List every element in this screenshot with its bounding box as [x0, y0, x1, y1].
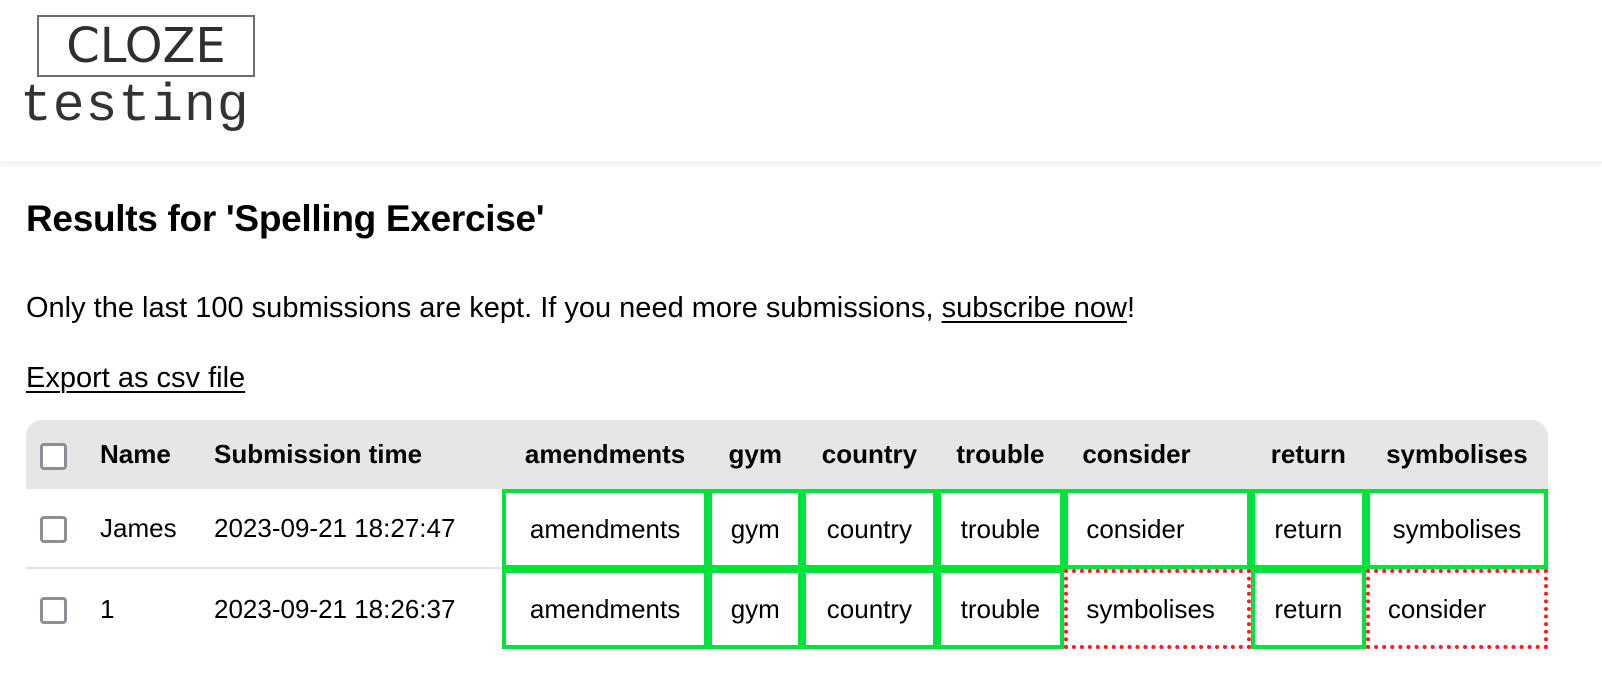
select-all-checkbox[interactable]: [40, 442, 67, 470]
answer-cell-correct: trouble: [936, 569, 1065, 649]
submission-limit-notice: Only the last 100 submissions are kept. …: [26, 292, 1135, 325]
page-title: Results for 'Spelling Exercise': [26, 198, 545, 239]
table-row: James 2023-09-21 18:27:47 amendments gym…: [26, 489, 1548, 569]
answer-cell-correct: return: [1250, 489, 1366, 569]
header-answer: consider: [1082, 439, 1191, 469]
site-header: CLOZE testing: [0, 0, 1602, 163]
results-table: Name Submission time amendments gym coun…: [26, 420, 1548, 649]
row-select-cell: [26, 569, 86, 649]
header-answer: gym: [728, 439, 782, 469]
header-answer: trouble: [956, 439, 1045, 469]
export-csv-link[interactable]: Export as csv file: [26, 362, 245, 395]
logo-testing-text: testing: [20, 76, 250, 136]
submission-time: 2023-09-21 18:27:47: [200, 489, 502, 569]
select-all-cell: [26, 420, 86, 489]
notice-suffix: !: [1126, 292, 1135, 324]
header-submission-time[interactable]: Submission time: [200, 420, 502, 489]
notice-text: Only the last 100 submissions are kept. …: [26, 292, 942, 324]
logo-box: CLOZE: [37, 15, 255, 77]
table-row: 1 2023-09-21 18:26:37 amendments gym cou…: [26, 569, 1548, 649]
header-answer: amendments: [524, 439, 686, 469]
header-name[interactable]: Name: [86, 420, 200, 489]
answer-cell-correct: consider: [1064, 489, 1251, 569]
submitter-name: 1: [100, 593, 115, 624]
cloze-testing-logo[interactable]: CLOZE testing: [20, 14, 280, 144]
table-header-row: Name Submission time amendments gym coun…: [26, 420, 1548, 489]
header-answer: country: [821, 439, 918, 469]
row-select-cell: [26, 489, 86, 569]
answer-cell-correct: amendments: [502, 569, 709, 649]
answer-cell-correct: country: [802, 489, 937, 569]
answer-cell-wrong: symbolises: [1064, 569, 1251, 649]
header-answer: return: [1270, 439, 1346, 469]
subscribe-now-link[interactable]: subscribe now: [942, 292, 1127, 324]
submitter-name: James: [86, 489, 200, 569]
logo-cloze-text: CLOZE: [66, 18, 226, 74]
answer-cell-correct: return: [1250, 569, 1366, 649]
answer-cell-correct: gym: [708, 489, 803, 569]
answer-cell-correct: trouble: [936, 489, 1065, 569]
answer-cell-wrong: consider: [1365, 569, 1548, 649]
row-checkbox[interactable]: [40, 516, 67, 544]
row-checkbox[interactable]: [40, 597, 67, 625]
header-answer: symbolises: [1386, 439, 1528, 469]
answer-cell-correct: gym: [708, 569, 803, 649]
answer-cell-correct: country: [802, 569, 937, 649]
answer-cell-correct: amendments: [502, 489, 709, 569]
answer-cell-correct: symbolises: [1365, 489, 1548, 569]
submission-time: 2023-09-21 18:26:37: [214, 593, 456, 624]
